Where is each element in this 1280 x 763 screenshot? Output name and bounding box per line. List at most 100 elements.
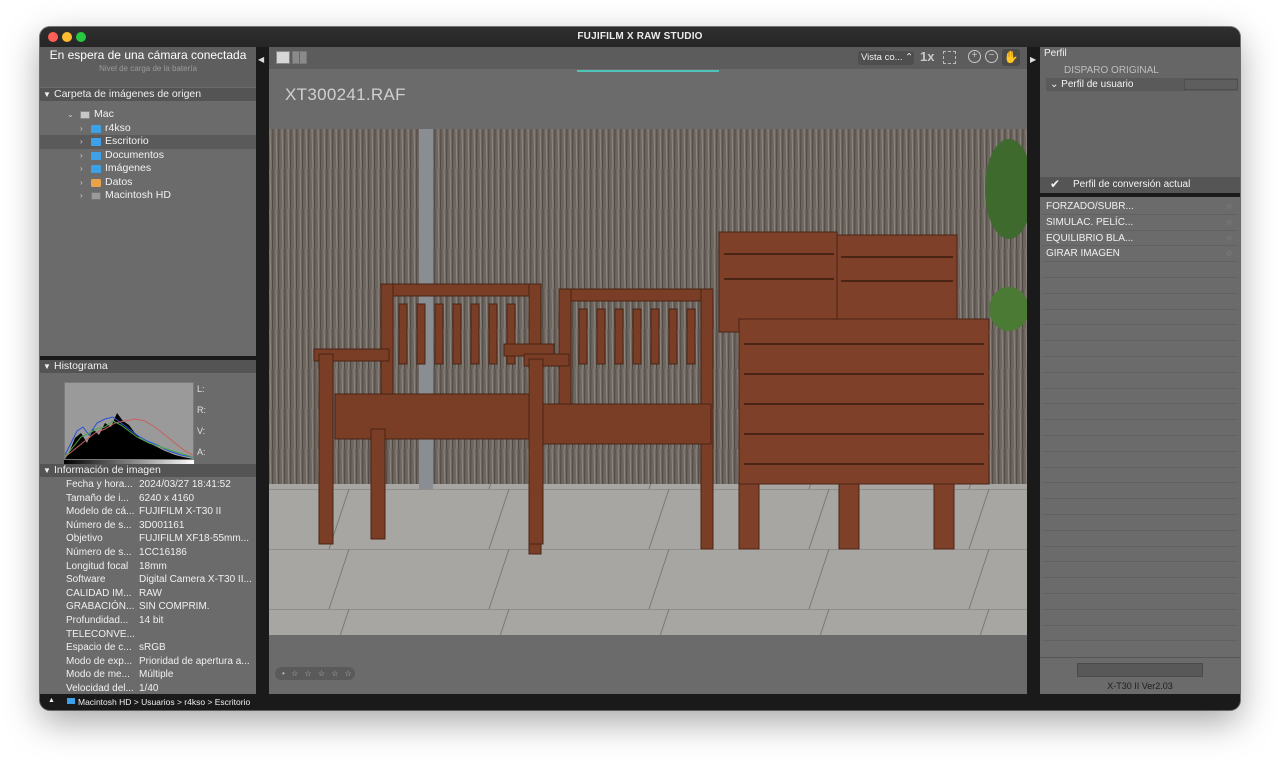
tree-item-label: r4kso [105, 121, 131, 134]
empty-setting-row [1042, 610, 1238, 626]
image-viewer: Vista co... ⌃ 1x + − ✋ XT300241.RAF • ☆ … [269, 47, 1027, 694]
empty-setting-row [1042, 436, 1238, 452]
info-row: TELECONVE... [40, 628, 256, 642]
empty-setting-row [1042, 373, 1238, 389]
tree-item-label: Macintosh HD [105, 189, 171, 201]
chevron-down-icon: ⌄ [1050, 79, 1059, 90]
convert-area: X-T30 II Ver2.03 [1040, 657, 1240, 694]
expand-triangle-icon: ▼ [43, 362, 51, 371]
maximize-window-button[interactable] [76, 32, 86, 42]
histogram-label-a: A: [197, 447, 206, 457]
user-profile-item[interactable]: ⌄ Perfil de usuario [1046, 78, 1238, 91]
stepper-arrows-icon[interactable]: ◇ [1227, 199, 1232, 214]
close-window-button[interactable] [48, 32, 58, 42]
image-filename: XT300241.RAF [285, 85, 406, 104]
tree-item-datos[interactable]: › Datos [40, 176, 256, 190]
original-shot-item[interactable]: DISPARO ORIGINAL [1064, 65, 1159, 76]
info-row: GRABACIÓN... SIN COMPRIM. [40, 600, 256, 614]
fit-to-window-button[interactable] [943, 51, 956, 64]
stepper-arrows-icon[interactable]: ◇ [1227, 215, 1232, 230]
info-row: Longitud focal 18mm [40, 560, 256, 574]
info-row: Software Digital Camera X-T30 II... [40, 573, 256, 587]
eject-icon[interactable]: ▲ [48, 694, 55, 708]
info-key: Número de s... [66, 546, 132, 558]
info-row: Espacio de c... sRGB [40, 641, 256, 655]
info-value: 1CC16186 [139, 546, 187, 558]
setting-row[interactable]: SIMULAC. PELÍC... ◇ [1042, 215, 1238, 231]
empty-setting-row [1042, 483, 1238, 500]
chevron-right-icon[interactable]: › [80, 176, 83, 190]
info-key: Modelo de cá... [66, 506, 135, 518]
photo-preview[interactable] [269, 129, 1027, 635]
stepper-arrows-icon[interactable]: ◇ [1227, 246, 1232, 261]
histogram-label-v: V: [197, 426, 206, 436]
current-conversion-label: Perfil de conversión actual [1073, 179, 1191, 190]
user-profile-field[interactable] [1184, 79, 1238, 90]
tree-item-label: Imágenes [105, 162, 152, 174]
zoom-1x-button[interactable]: 1x [920, 49, 934, 64]
chevron-down-icon[interactable]: ⌄ [67, 108, 74, 122]
tree-item-documentos[interactable]: › Documentos [40, 149, 256, 163]
empty-setting-row [1042, 531, 1238, 547]
image-info-header[interactable]: ▼ Información de imagen [40, 464, 256, 477]
tree-item-label: Escritorio [105, 135, 149, 147]
source-folder-header[interactable]: ▼ Carpeta de imágenes de origen [40, 88, 256, 101]
zoom-in-icon[interactable]: + [968, 50, 981, 63]
camera-status-text: En espera de una cámara conectada [49, 48, 247, 62]
info-value: 3D001161 [139, 519, 185, 531]
setting-row[interactable]: GIRAR IMAGEN ◇ [1042, 246, 1238, 263]
tree-item-mac[interactable]: ⌄ Mac [40, 108, 256, 122]
stepper-arrows-icon[interactable]: ◇ [1227, 231, 1232, 246]
view-mode-select[interactable]: Vista co... ⌃ [858, 51, 914, 65]
minimize-window-button[interactable] [62, 32, 72, 42]
expand-triangle-icon: ▼ [43, 90, 51, 99]
empty-setting-row [1042, 262, 1238, 278]
info-row: Modelo de cá... FUJIFILM X-T30 II [40, 505, 256, 519]
star-rating[interactable]: • ☆ ☆ ☆ ☆ ☆ [275, 667, 355, 680]
folder-icon [91, 151, 101, 160]
info-value: FUJIFILM XF18-55mm... [139, 533, 250, 545]
empty-setting-row [1042, 420, 1238, 436]
setting-row[interactable]: EQUILIBRIO BLA... ◇ [1042, 231, 1238, 247]
status-bar: ▲ Macintosh HD > Usuarios > r4kso > Escr… [40, 694, 1240, 710]
right-panel: Perfil DISPARO ORIGINAL ⌄ Perfil de usua… [1040, 47, 1240, 694]
checkmark-icon: ✔ [1050, 177, 1061, 191]
histogram-header[interactable]: ▼ Histograma [40, 360, 256, 373]
chevron-right-icon[interactable]: › [80, 162, 83, 176]
zoom-out-icon[interactable]: − [985, 50, 998, 63]
empty-setting-row [1042, 562, 1238, 579]
info-row: Tamaño de i... 6240 x 4160 [40, 492, 256, 506]
tree-item-r4kso[interactable]: › r4kso [40, 122, 256, 136]
empty-setting-row [1042, 468, 1238, 484]
computer-icon [80, 111, 90, 119]
convert-button[interactable] [1077, 663, 1203, 677]
info-value: 2024/03/27 18:41:52 [139, 479, 231, 490]
info-value: Digital Camera X-T30 II... [139, 574, 252, 586]
info-key: Profundidad... [66, 614, 129, 626]
tree-item-imagenes[interactable]: › Imágenes [40, 162, 256, 176]
user-profile-label: Perfil de usuario [1061, 79, 1134, 90]
folder-icon [91, 165, 101, 173]
chevron-right-icon[interactable]: › [80, 149, 83, 163]
info-key: Tamaño de i... [66, 492, 129, 504]
tree-item-macintosh-hd[interactable]: › Macintosh HD [40, 189, 256, 203]
chevron-right-icon[interactable]: › [80, 189, 83, 203]
collapse-left-panel-icon[interactable]: ◀ [258, 55, 268, 64]
setting-row[interactable]: FORZADO/SUBR... ◇ [1042, 199, 1238, 215]
tree-item-label: Documentos [105, 148, 164, 161]
profile-section: Perfil DISPARO ORIGINAL ⌄ Perfil de usua… [1040, 47, 1240, 193]
collapse-right-panel-icon[interactable]: ▶ [1030, 55, 1040, 64]
empty-setting-row [1042, 578, 1238, 594]
tree-item-escritorio[interactable]: › Escritorio [40, 135, 256, 149]
setting-label: FORZADO/SUBR... [1046, 201, 1134, 212]
empty-setting-row [1042, 294, 1238, 310]
current-conversion-profile[interactable]: ✔ Perfil de conversión actual [1040, 177, 1240, 193]
single-view-button[interactable] [276, 51, 290, 64]
image-info-list: Fecha y hora... 2024/03/27 18:41:52 Tamaño… [40, 478, 256, 696]
folder-icon [91, 124, 101, 133]
chevron-right-icon[interactable]: › [80, 122, 83, 136]
hard-drive-icon [91, 192, 101, 200]
hand-tool-icon[interactable]: ✋ [1002, 49, 1020, 66]
compare-view-button[interactable] [292, 51, 307, 64]
chevron-right-icon[interactable]: › [80, 135, 83, 149]
